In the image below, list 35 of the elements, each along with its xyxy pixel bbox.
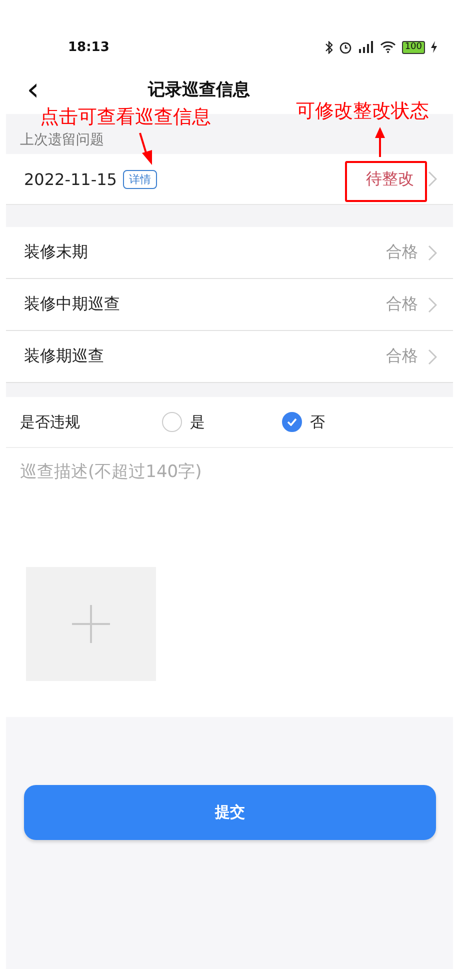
- row-label: 装修末期: [24, 242, 89, 263]
- annotation-arrow: [138, 132, 154, 166]
- check-icon: [287, 418, 297, 426]
- wifi-icon: [380, 41, 396, 53]
- row-value[interactable]: 合格: [386, 294, 418, 315]
- charging-icon: [431, 41, 437, 53]
- annotation-text: 可修改整改状态: [296, 99, 429, 124]
- plus-icon: [72, 605, 110, 643]
- chevron-right-icon: [428, 244, 437, 260]
- add-photo-button[interactable]: [26, 567, 156, 681]
- chevron-right-icon: [428, 171, 437, 187]
- annotation-arrow: [375, 127, 385, 157]
- issue-date: 2022-11-15: [24, 170, 117, 188]
- row-label: 装修中期巡查: [24, 294, 121, 315]
- battery-indicator: 100: [402, 40, 425, 54]
- status-time: 18:13: [68, 40, 110, 54]
- option-label: 是: [190, 412, 205, 432]
- chevron-right-icon: [428, 348, 437, 364]
- submit-button[interactable]: 提交: [24, 785, 436, 840]
- radio-button[interactable]: [162, 412, 182, 432]
- chevron-right-icon: [428, 296, 437, 312]
- page-title: 记录巡查信息: [148, 78, 250, 100]
- field-label: 是否违规: [20, 412, 81, 432]
- bluetooth-icon: [324, 40, 333, 54]
- option-label: 否: [310, 412, 325, 432]
- annotation-text: 点击可查看巡查信息: [40, 105, 211, 130]
- signal-icon: [358, 41, 374, 53]
- detail-tag[interactable]: 详情: [122, 170, 157, 188]
- radio-button[interactable]: [282, 412, 302, 432]
- status-value[interactable]: 待整改: [366, 168, 414, 190]
- row-value[interactable]: 合格: [386, 242, 418, 263]
- back-button[interactable]: ‹: [18, 73, 48, 105]
- row-label: 装修期巡查: [24, 346, 105, 367]
- row-value[interactable]: 合格: [386, 346, 418, 367]
- alarm-icon: [338, 40, 352, 54]
